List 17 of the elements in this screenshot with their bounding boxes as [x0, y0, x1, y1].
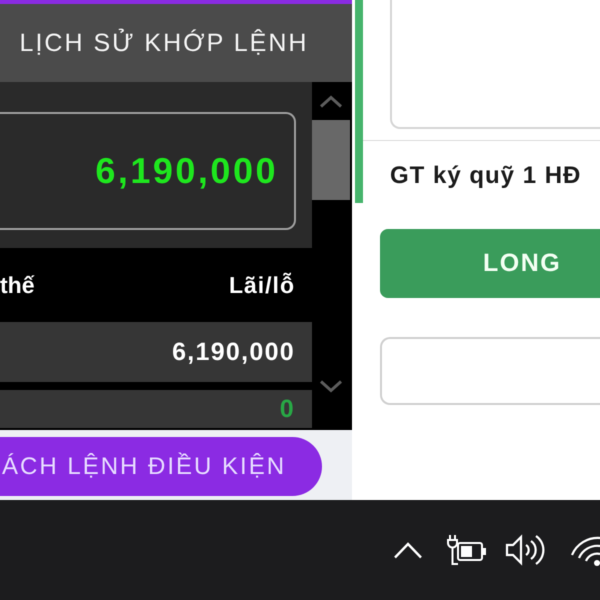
profit-loss-cell: 6,190,000 — [172, 338, 295, 366]
input-field[interactable] — [390, 0, 600, 129]
column-header: thế — [0, 272, 34, 298]
profit-loss-cell: 0 — [280, 394, 295, 424]
volume-icon[interactable] — [505, 533, 545, 567]
conditional-orders-button[interactable]: ÁCH LỆNH ĐIỀU KIỆN — [0, 437, 322, 496]
scrollbar-thumb[interactable] — [312, 120, 350, 200]
summary-value: 6,190,000 — [95, 150, 278, 192]
chevron-up-icon — [319, 94, 343, 108]
panel-title: LỊCH SỬ KHỚP LỆNH — [20, 28, 308, 58]
column-header: Lãi/lỗ — [228, 272, 295, 298]
chevron-down-icon — [319, 380, 343, 392]
margin-label: GT ký quỹ 1 HĐ — [390, 162, 582, 190]
long-button[interactable]: LONG — [380, 229, 600, 298]
chevron-up-icon[interactable] — [393, 541, 423, 559]
input-field[interactable] — [380, 337, 600, 405]
battery-charging-icon[interactable] — [445, 534, 487, 566]
